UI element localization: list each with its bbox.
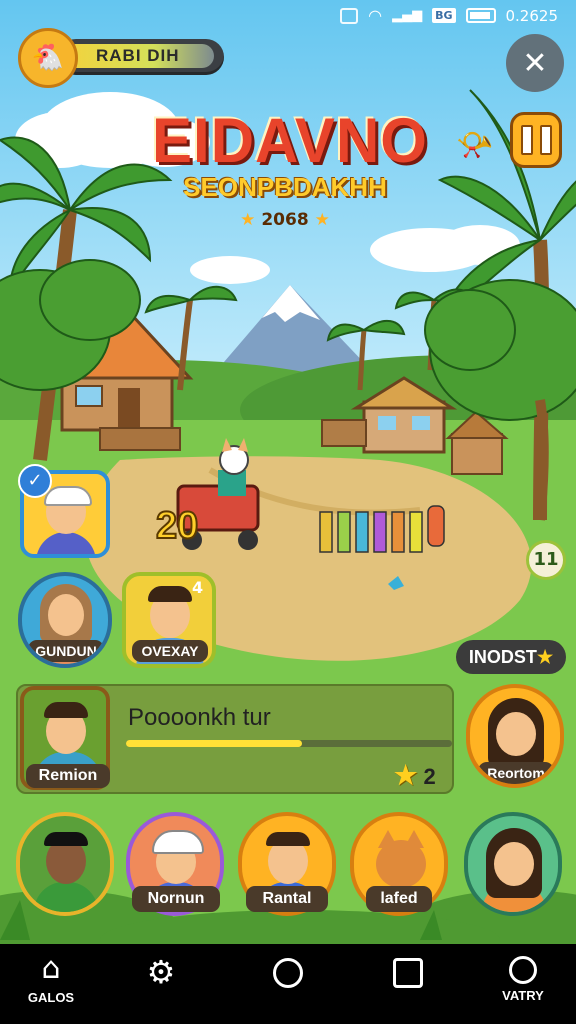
right-friend-label: Reortom [478,762,554,784]
nav-settings[interactable]: ⚙ [126,952,196,992]
nav-globe[interactable]: VATRY [488,952,558,1003]
nav-home-label: GALOS [27,990,75,1005]
nav-globe-label: VATRY [502,988,544,1003]
nav-center[interactable] [253,952,323,988]
wifi-icon: ◠ [368,6,383,25]
bottom-friend-5[interactable] [464,812,562,916]
status-tag: BG [432,8,456,23]
signal-icon: ▂▄▆ [392,8,423,23]
player-name: RABI DIH [96,46,180,65]
close-tool-icon[interactable]: ✕ [506,34,564,92]
home-icon: ⌂ [41,951,61,986]
globe-icon [509,956,537,984]
pause-button[interactable] [510,112,562,168]
horn-icon[interactable]: 📯 [456,128,493,163]
right-friend-avatar[interactable]: Reortom [466,684,564,788]
friend-3-badge: 4 [192,578,204,597]
player-logo-icon[interactable]: 🐔 [18,28,78,88]
boost-button[interactable]: INODST★ [456,640,566,674]
star-icon: ★ [536,647,554,667]
vibrate-icon [340,7,359,24]
progress-title: Poooonkh tur [128,704,271,731]
status-time: 0.2625 [505,6,559,25]
progress-fill [126,740,302,747]
friend-card-2[interactable]: GUNDUN [18,572,112,668]
bottom-friend-2-label: Nornun [132,886,220,912]
bottom-friend-1[interactable] [16,812,114,916]
progress-avatar-label: Remion [26,764,110,788]
title-year: ★ 2068 ★ [240,210,330,230]
svg-text:20: 20 [156,505,198,547]
progress-score-value: 2 [423,764,436,789]
gear-icon: ⚙ [146,953,176,991]
year-text: 2068 [261,210,309,230]
game-subtitle: SEONPBDAKHH [183,172,387,202]
bottom-friend-4-label: lafed [366,886,432,912]
side-count-badge[interactable]: 11 [526,540,566,580]
progress-score: ★ 2 [394,760,436,791]
friend-3-label: OVEXAY [132,640,208,662]
bottom-friend-3-label: Rantal [246,886,328,912]
nav-home[interactable]: ⌂ GALOS [16,951,86,1006]
friend-2-label: GUNDUN [28,640,104,662]
verified-check-icon: ✓ [18,464,52,498]
nav-square[interactable] [373,952,443,988]
circle-home-icon [273,958,303,988]
square-icon [393,958,423,988]
friend-card-3[interactable]: OVEXAY 4 [122,572,216,668]
bottom-nav-bar: ⌂ GALOS ⚙ VATRY [0,944,576,1024]
player-level-pill[interactable]: RABI DIH 🐔 [18,28,226,88]
boost-label: INODST [468,647,537,667]
battery-icon [465,8,496,23]
game-title: EIDAVNO [152,105,428,176]
star-icon: ★ [394,760,418,790]
